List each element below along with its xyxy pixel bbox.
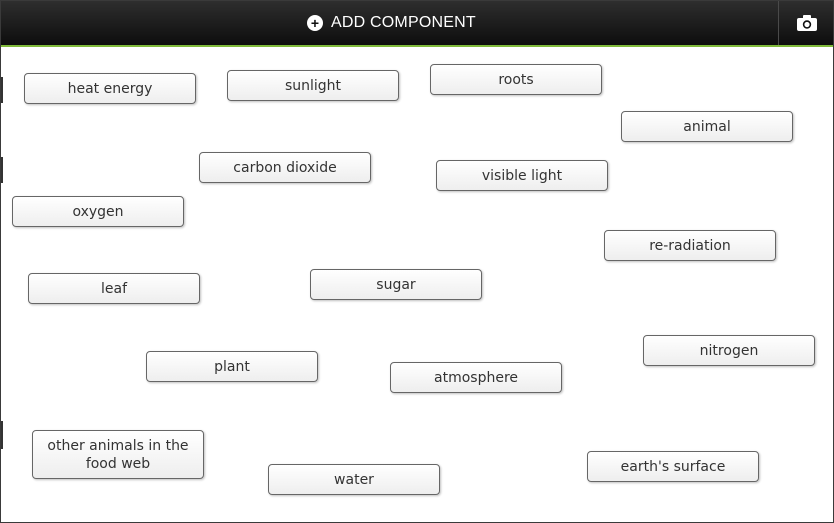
node-sugar[interactable]: sugar <box>310 269 482 300</box>
node-plant[interactable]: plant <box>146 351 318 382</box>
node-carbon-dioxide[interactable]: carbon dioxide <box>199 152 371 183</box>
edge-marker <box>1 157 3 183</box>
toolbar: + ADD COMPONENT <box>1 1 833 47</box>
toolbar-divider <box>778 1 779 45</box>
node-atmosphere[interactable]: atmosphere <box>390 362 562 393</box>
node-earths-surface[interactable]: earth's surface <box>587 451 759 482</box>
node-visible-light[interactable]: visible light <box>436 160 608 191</box>
node-other-animals-in-the-food-web[interactable]: other animals in the food web <box>32 430 204 479</box>
add-component-button[interactable]: + ADD COMPONENT <box>301 1 541 45</box>
node-heat-energy[interactable]: heat energy <box>24 73 196 104</box>
node-leaf[interactable]: leaf <box>28 273 200 304</box>
canvas: + ADD COMPONENT heat energy sunlight roo… <box>0 0 834 523</box>
edge-marker <box>1 421 3 449</box>
node-nitrogen[interactable]: nitrogen <box>643 335 815 366</box>
node-water[interactable]: water <box>268 464 440 495</box>
camera-icon <box>796 15 817 31</box>
node-roots[interactable]: roots <box>430 64 602 95</box>
node-sunlight[interactable]: sunlight <box>227 70 399 101</box>
node-re-radiation[interactable]: re-radiation <box>604 230 776 261</box>
plus-circle-icon: + <box>307 15 323 31</box>
node-oxygen[interactable]: oxygen <box>12 196 184 227</box>
camera-button[interactable] <box>780 1 833 45</box>
node-animal[interactable]: animal <box>621 111 793 142</box>
edge-marker <box>1 77 3 103</box>
add-component-label: ADD COMPONENT <box>331 14 476 31</box>
